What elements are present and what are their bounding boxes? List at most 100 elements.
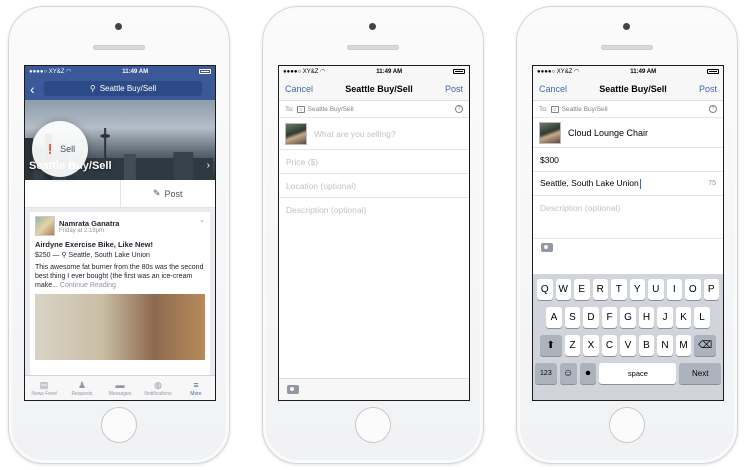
tab-messages[interactable]: ▬ Messages bbox=[101, 376, 139, 400]
sell-button[interactable]: ❗ Sell bbox=[32, 121, 88, 177]
post-button[interactable]: Post bbox=[445, 84, 463, 94]
tab-news-feed[interactable]: ▤ News Feed bbox=[25, 376, 63, 400]
audience-row[interactable]: To: ☺ Seattle Buy/Sell ? bbox=[279, 101, 469, 118]
space-key[interactable]: space bbox=[599, 363, 677, 384]
home-button[interactable] bbox=[355, 407, 391, 443]
tab-label: Requests bbox=[71, 390, 93, 397]
key-k[interactable]: K bbox=[675, 307, 692, 328]
home-button[interactable] bbox=[609, 407, 645, 443]
phone-sell-form-empty: ●●●●○ XY&Z ◠ 11:49 AM Cancel Seattle Buy… bbox=[262, 6, 484, 464]
wifi-icon: ◠ bbox=[66, 69, 72, 75]
key-w[interactable]: W bbox=[555, 279, 571, 300]
key-f[interactable]: F bbox=[601, 307, 618, 328]
camera-icon[interactable] bbox=[541, 243, 553, 252]
feed-post[interactable]: ⌄ Namrata Ganatra Friday at 2:18pm Airdy… bbox=[30, 212, 210, 378]
key-d[interactable]: D bbox=[583, 307, 599, 328]
key-p[interactable]: P bbox=[703, 279, 719, 300]
delete-key-icon[interactable]: ⌫ bbox=[694, 335, 717, 356]
group-icon: ☺ bbox=[550, 105, 559, 113]
post-author[interactable]: Namrata Ganatra bbox=[59, 219, 119, 228]
key-t[interactable]: T bbox=[611, 279, 627, 300]
cancel-button[interactable]: Cancel bbox=[285, 84, 313, 94]
attachment-bar bbox=[279, 378, 469, 400]
sell-form-screen: ●●●●○ XY&Z ◠ 11:49 AM Cancel Seattle Buy… bbox=[278, 65, 470, 401]
location-placeholder: Location (optional) bbox=[286, 180, 356, 191]
status-time: 11:49 AM bbox=[122, 68, 149, 75]
keyboard-row-1: Q W E R T Y U I O P bbox=[535, 279, 721, 300]
item-row[interactable]: Cloud Lounge Chair bbox=[533, 118, 723, 148]
more-icon: ≡ bbox=[193, 379, 199, 390]
keyboard-row-4: 123 ☺ ⏺ space Next bbox=[535, 363, 721, 384]
tab-label: More bbox=[190, 390, 202, 397]
group-search-bar[interactable]: ⚲ Seattle Buy/Sell bbox=[44, 81, 202, 96]
group-feed: ⌄ Namrata Ganatra Friday at 2:18pm Airdy… bbox=[25, 208, 215, 378]
item-row[interactable]: What are you selling? bbox=[279, 118, 469, 150]
tab-more[interactable]: ≡ More bbox=[177, 376, 215, 400]
wifi-icon: ◠ bbox=[574, 69, 580, 75]
key-m[interactable]: M bbox=[675, 335, 692, 356]
item-input[interactable]: Cloud Lounge Chair bbox=[568, 128, 648, 138]
post-button[interactable]: Post bbox=[699, 84, 717, 94]
key-y[interactable]: Y bbox=[629, 279, 645, 300]
earpiece-speaker bbox=[347, 45, 399, 50]
next-key[interactable]: Next bbox=[679, 363, 721, 384]
audience-row[interactable]: To: ☺ Seattle Buy/Sell ? bbox=[533, 101, 723, 118]
location-field[interactable]: Seattle, South Lake Union 75 bbox=[533, 172, 723, 196]
key-o[interactable]: O bbox=[685, 279, 701, 300]
key-j[interactable]: J bbox=[657, 307, 673, 328]
tab-requests[interactable]: ♟ Requests bbox=[63, 376, 101, 400]
to-label: To: bbox=[539, 105, 548, 113]
key-v[interactable]: V bbox=[620, 335, 636, 356]
front-camera bbox=[369, 23, 376, 30]
on-screen-keyboard: Q W E R T Y U I O P A S D F G H J K L ⬆ … bbox=[533, 274, 723, 400]
back-chevron-icon[interactable]: ‹ bbox=[30, 81, 44, 97]
post-photo[interactable] bbox=[35, 294, 205, 360]
post-button[interactable]: ✎ Post bbox=[119, 180, 216, 207]
post-options-chevron-icon[interactable]: ⌄ bbox=[199, 216, 205, 224]
key-g[interactable]: G bbox=[620, 307, 636, 328]
key-a[interactable]: A bbox=[546, 307, 562, 328]
tab-label: Messages bbox=[108, 390, 132, 397]
camera-icon[interactable] bbox=[287, 385, 299, 394]
cancel-button[interactable]: Cancel bbox=[539, 84, 567, 94]
emoji-key-icon[interactable]: ☺ bbox=[559, 363, 577, 384]
key-l[interactable]: L bbox=[694, 307, 710, 328]
key-n[interactable]: N bbox=[657, 335, 673, 356]
key-h[interactable]: H bbox=[638, 307, 655, 328]
help-icon[interactable]: ? bbox=[709, 105, 717, 113]
compose-icon: ✎ bbox=[152, 188, 161, 198]
key-c[interactable]: C bbox=[601, 335, 618, 356]
help-icon[interactable]: ? bbox=[455, 105, 463, 113]
key-s[interactable]: S bbox=[564, 307, 581, 328]
key-u[interactable]: U bbox=[648, 279, 664, 300]
phone-group-page: ●●●●○ XY&Z ◠ 11:49 AM ‹ ⚲ Seattle Buy/Se… bbox=[8, 6, 230, 464]
item-input[interactable]: What are you selling? bbox=[314, 129, 396, 139]
cover-chevron-icon[interactable]: › bbox=[207, 160, 210, 171]
home-button[interactable] bbox=[101, 407, 137, 443]
key-e[interactable]: E bbox=[574, 279, 590, 300]
description-field[interactable]: Description (optional) bbox=[533, 196, 723, 220]
shift-key-icon[interactable]: ⬆ bbox=[539, 335, 562, 356]
sell-nav-title: Seattle Buy/Sell bbox=[345, 83, 413, 94]
numbers-key[interactable]: 123 bbox=[535, 363, 557, 384]
key-q[interactable]: Q bbox=[537, 279, 553, 300]
post-price-location: $250 — ⚲ Seattle, South Lake Union bbox=[35, 252, 150, 259]
description-field[interactable]: Description (optional) bbox=[279, 198, 469, 222]
continue-reading-link[interactable]: Continue Reading bbox=[60, 282, 116, 289]
status-bar: ●●●●○ XY&Z ◠ 11:49 AM bbox=[533, 66, 723, 77]
key-x[interactable]: X bbox=[583, 335, 599, 356]
phone-sell-form-filled: ●●●●○ XY&Z ◠ 11:49 AM Cancel Seattle Buy… bbox=[516, 6, 738, 464]
author-avatar[interactable] bbox=[35, 216, 55, 236]
tab-notifications[interactable]: ◍ Notifications bbox=[139, 376, 177, 400]
key-r[interactable]: R bbox=[592, 279, 608, 300]
location-field[interactable]: Location (optional) bbox=[279, 174, 469, 198]
price-field[interactable]: $300 bbox=[533, 148, 723, 172]
key-z[interactable]: Z bbox=[564, 335, 581, 356]
microphone-key-icon[interactable]: ⏺ bbox=[579, 363, 597, 384]
sell-action[interactable] bbox=[25, 180, 120, 207]
post-title: Airdyne Exercise Bike, Like New! bbox=[35, 240, 153, 249]
price-field[interactable]: Price ($) bbox=[279, 150, 469, 174]
key-i[interactable]: I bbox=[666, 279, 682, 300]
news-feed-icon: ▤ bbox=[39, 379, 49, 390]
key-b[interactable]: B bbox=[638, 335, 655, 356]
